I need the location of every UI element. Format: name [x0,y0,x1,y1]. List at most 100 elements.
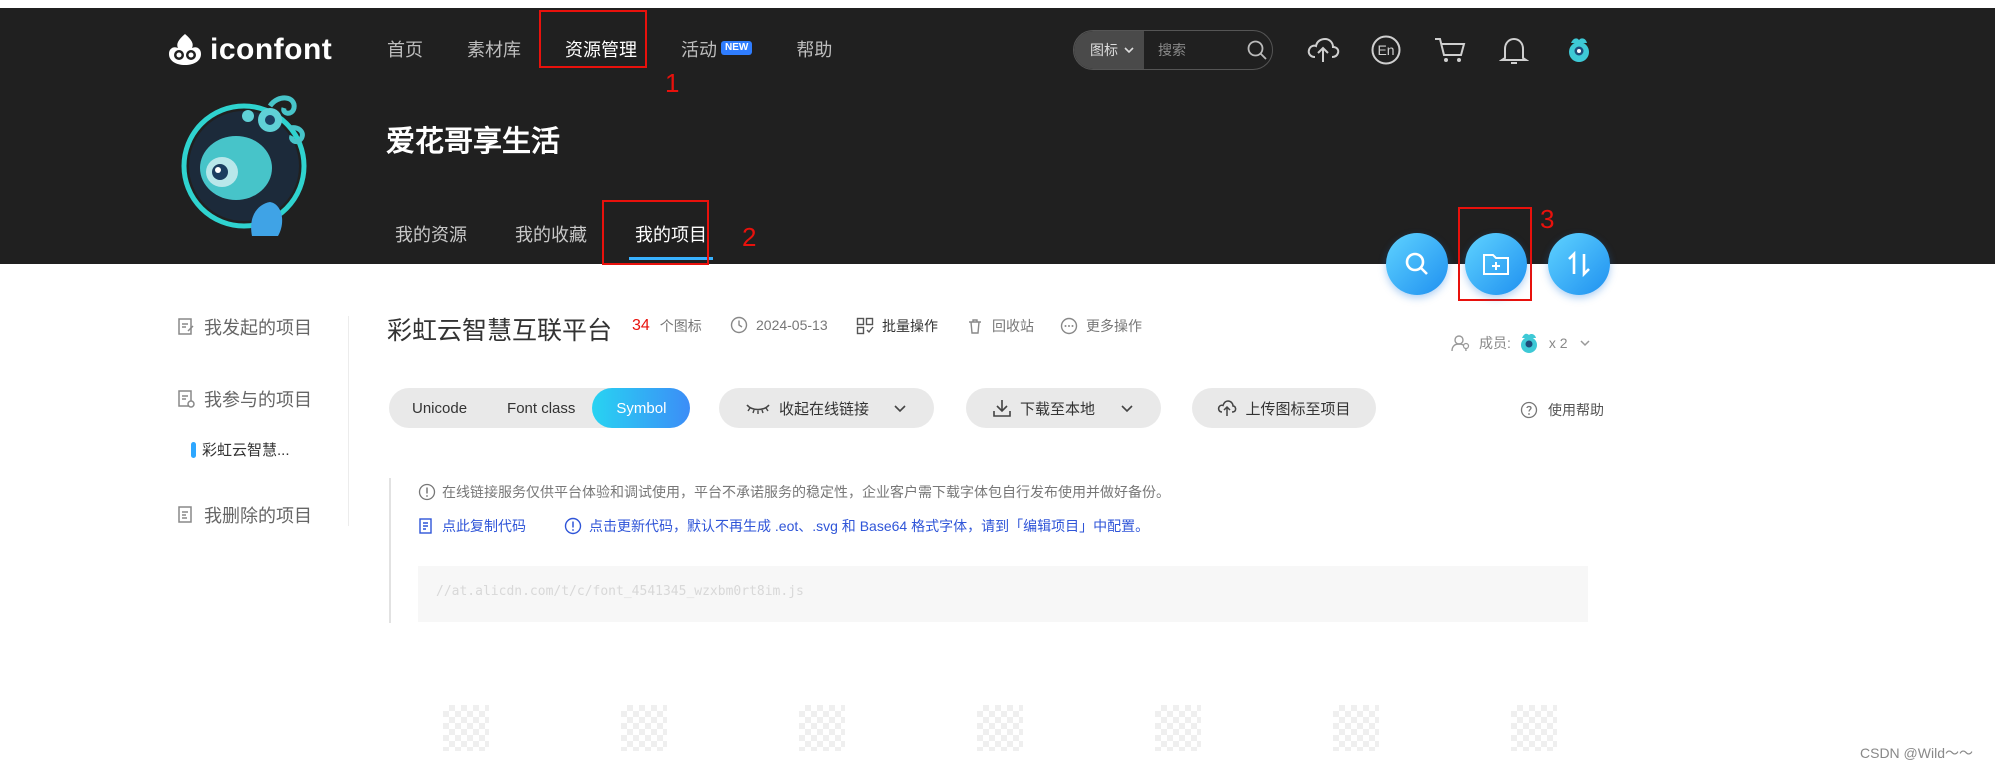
chevron-down-icon [1580,340,1590,347]
download-local-label: 下载至本地 [1020,400,1096,418]
sidebar-project-item[interactable]: 彩虹云智慧... [191,439,290,460]
sidebar-item-label: 我参与的项目 [204,390,312,410]
update-code-label: 点击更新代码，默认不再生成 .eot、.svg 和 Base64 格式字体，请到… [589,518,1150,534]
copy-code-link[interactable]: 点此复制代码 [418,516,526,536]
icon-thumbnail[interactable] [977,705,1023,751]
batch-operation-button[interactable]: 批量操作 [856,316,938,336]
copy-code-label: 点此复制代码 [442,518,526,534]
annotation-number-2: 2 [742,222,757,252]
format-symbol[interactable]: Symbol [592,388,691,428]
icon-thumbnail[interactable] [621,705,667,751]
help-icon [1520,401,1538,419]
online-link-panel: 在线链接服务仅供平台体验和调试使用，平台不承诺服务的稳定性，企业客户需下载字体包… [389,478,1589,623]
chevron-down-icon [1124,47,1134,54]
more-operations-button[interactable]: 更多操作 [1060,316,1142,336]
code-actions: 点此复制代码 点击更新代码，默认不再生成 .eot、.svg 和 Base64 … [418,516,1187,536]
icon-thumbnail[interactable] [443,705,489,751]
tab-my-favorites[interactable]: 我的收藏 [515,220,587,250]
iconfont-logo[interactable]: iconfont [166,28,332,72]
nav-material-library[interactable]: 素材库 [467,32,521,68]
cart-icon[interactable] [1432,32,1468,68]
batch-operation-label: 批量操作 [882,318,938,334]
search-icon[interactable] [1246,39,1268,61]
trash-icon [969,319,981,334]
usage-help-label: 使用帮助 [1548,402,1604,418]
usage-help-link[interactable]: 使用帮助 [1520,400,1604,420]
sidebar-item-label: 我发起的项目 [204,318,312,338]
sidebar-divider [348,316,349,526]
icon-count-number: 34 [632,317,650,334]
search-icon [1405,252,1428,275]
profile-name: 爱花哥享生活 [386,126,561,158]
icon-count-unit: 个图标 [659,318,702,334]
icon-thumbnail[interactable] [1333,705,1379,751]
update-code-link[interactable]: 点击更新代码，默认不再生成 .eot、.svg 和 Base64 格式字体，请到… [564,516,1149,536]
member-avatar [1520,333,1537,353]
members-label: 成员: [1479,335,1511,351]
new-project-button[interactable] [1465,233,1527,295]
format-switcher: Unicode Font class Symbol [389,388,691,428]
members-icon [1451,335,1470,352]
nav-help[interactable]: 帮助 [796,32,832,68]
project-members[interactable]: 成员: x 2 [1451,330,1592,356]
annotation-box-1 [539,10,647,68]
notice-text: 在线链接服务仅供平台体验和调试使用，平台不承诺服务的稳定性，企业客户需下载字体包… [442,484,1170,500]
sidebar-project-label: 彩虹云智慧... [202,442,290,459]
nav-home[interactable]: 首页 [387,32,423,68]
tab-my-resources[interactable]: 我的资源 [395,220,467,250]
search-input[interactable] [1156,41,1242,59]
format-unicode[interactable]: Unicode [389,388,490,428]
bell-icon[interactable] [1496,32,1532,68]
chevron-down-icon [894,405,906,413]
search-project-button[interactable] [1386,233,1448,295]
icon-thumbnail[interactable] [1155,705,1201,751]
language-en-icon[interactable]: En [1368,32,1404,68]
profile-avatar [178,86,310,246]
nav-activity[interactable]: 活动 NEW [681,32,753,68]
icon-thumbnail[interactable] [799,705,845,751]
collapse-online-link-label: 收起在线链接 [779,400,870,418]
project-doc-icon [178,390,195,408]
project-doc-icon [178,506,192,523]
search-box: 图标 [1073,30,1273,70]
upload-cloud-icon [1218,400,1237,416]
top-header: iconfont 首页 素材库 资源管理 活动NEW 帮助 图标 En [0,8,1995,264]
eye-closed-icon [746,404,770,414]
icon-count: 34 个图标 [632,316,702,336]
info-icon [418,483,436,501]
iconfont-logo-icon [169,34,201,65]
info-icon [564,517,582,535]
collapse-online-link-button[interactable]: 收起在线链接 [719,388,934,428]
sidebar-item-initiated-projects[interactable]: 我发起的项目 [176,314,312,340]
copy-doc-icon [419,518,432,534]
upload-icons-label: 上传图标至项目 [1245,400,1351,418]
chevron-down-icon [1121,405,1133,413]
user-avatar[interactable] [1561,32,1597,68]
project-date-text: 2024-05-13 [756,317,828,333]
project-date: 2024-05-13 [730,316,828,334]
annotation-number-1: 1 [665,68,680,98]
sort-icon [1568,250,1590,278]
upload-cloud-icon[interactable] [1305,32,1341,68]
annotation-box-2 [602,200,709,265]
format-font-class[interactable]: Font class [490,388,592,428]
sort-button[interactable] [1548,233,1610,295]
upload-icons-button[interactable]: 上传图标至项目 [1192,388,1376,428]
sidebar-item-joined-projects[interactable]: 我参与的项目 [176,386,312,412]
folder-add-icon [1483,254,1509,275]
recycle-bin-label: 回收站 [992,318,1034,334]
search-type-select[interactable]: 图标 [1074,31,1144,69]
project-doc-icon [178,318,194,335]
csdn-watermark: CSDN @Wild～～ [1860,745,1973,761]
grid-select-icon [856,317,874,335]
download-local-button[interactable]: 下载至本地 [966,388,1161,428]
recycle-bin-button[interactable]: 回收站 [966,316,1034,336]
sidebar-item-deleted-projects[interactable]: 我删除的项目 [176,502,312,528]
more-operations-label: 更多操作 [1086,318,1142,334]
nav-activity-label: 活动 [681,40,717,60]
online-link-code[interactable]: //at.alicdn.com/t/c/font_4541345_wzxbm0r… [418,566,1588,622]
icon-thumbnail[interactable] [1511,705,1557,751]
sidebar-item-label: 我删除的项目 [204,506,312,526]
download-icon [993,400,1011,417]
language-en-label: En [1377,42,1395,58]
